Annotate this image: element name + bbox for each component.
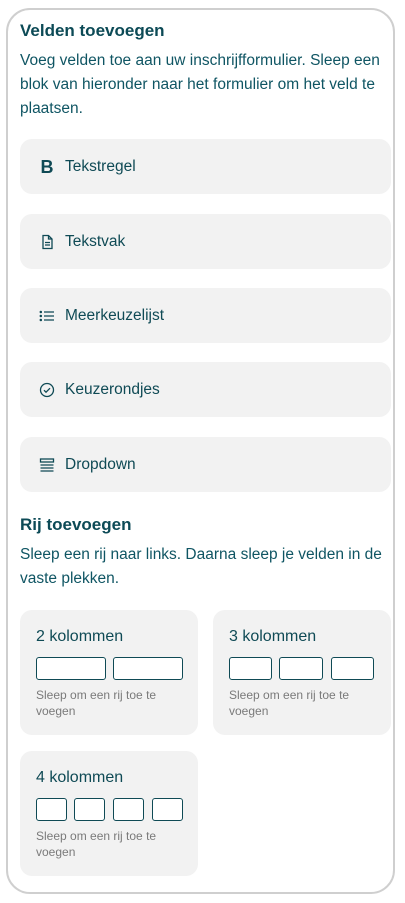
column-slot (74, 798, 105, 821)
row-card-hint: Sleep om een rij toe te voegen (229, 688, 350, 718)
row-card-hint: Sleep om een rij toe te voegen (36, 829, 157, 859)
column-slots (229, 657, 374, 680)
field-block-meerkeuzelijst[interactable]: Meerkeuzelijst (20, 288, 391, 343)
column-slot (152, 798, 183, 821)
bold-b-icon: B (40, 156, 54, 177)
column-slot (113, 798, 144, 821)
field-block-label: Tekstvak (65, 232, 126, 250)
column-slot (331, 657, 374, 680)
row-card-hint: Sleep om een rij toe te voegen (36, 688, 157, 718)
field-block-tekstregel[interactable]: B Tekstregel (20, 139, 391, 194)
column-slot (113, 657, 183, 680)
row-card-2-columns[interactable]: 2 kolommen Sleep om een rij toe te voege… (20, 610, 198, 735)
column-slots (36, 798, 183, 821)
field-block-tekstvak[interactable]: Tekstvak (20, 214, 391, 269)
column-slot (229, 657, 272, 680)
field-block-keuzerondjes[interactable]: Keuzerondjes (20, 362, 391, 417)
field-block-dropdown[interactable]: Dropdown (20, 437, 391, 492)
row-card-4-columns[interactable]: 4 kolommen Sleep om een rij toe te voege… (20, 751, 198, 876)
column-slot (36, 798, 67, 821)
column-slots (36, 657, 183, 680)
field-block-label: Meerkeuzelijst (65, 306, 165, 324)
rows-section-title: Rij toevoegen (20, 515, 132, 534)
row-card-title: 4 kolommen (36, 769, 124, 786)
fields-section-description: Voeg velden toe aan uw inschrijfformulie… (20, 52, 380, 117)
list-icon (39, 308, 55, 324)
field-block-label: Tekstregel (65, 157, 136, 175)
column-slot (36, 657, 106, 680)
field-block-label: Keuzerondjes (65, 380, 160, 398)
fields-section-title: Velden toevoegen (20, 21, 165, 40)
row-card-title: 2 kolommen (36, 628, 124, 645)
row-card-title: 3 kolommen (229, 628, 317, 645)
add-fields-panel: Velden toevoegen Voeg velden toe aan uw … (6, 8, 395, 894)
stack-icon (39, 457, 55, 473)
column-slot (279, 657, 323, 680)
field-block-label: Dropdown (65, 455, 136, 473)
row-card-3-columns[interactable]: 3 kolommen Sleep om een rij toe te voege… (213, 610, 391, 735)
check-circle-icon (39, 382, 55, 398)
document-icon (39, 234, 55, 250)
rows-section-description: Sleep een rij naar links. Daarna sleep j… (20, 546, 382, 587)
